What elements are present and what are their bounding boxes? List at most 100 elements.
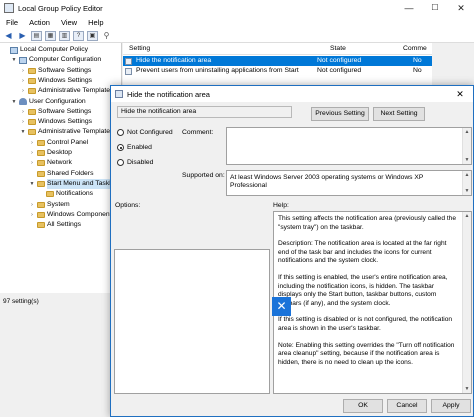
tree-item[interactable]: ▼ Start Menu and Taskbar — [29, 178, 120, 189]
radio-disabled-dot[interactable] — [117, 159, 124, 166]
expand-chevron-icon[interactable]: ▼ — [29, 179, 35, 189]
help-icon[interactable]: ? — [73, 30, 84, 41]
tree-item[interactable]: Notifications — [38, 189, 93, 199]
scroll-down-icon[interactable]: ▼ — [463, 187, 471, 195]
expand-chevron-icon[interactable]: › — [20, 66, 26, 76]
scroll-down-icon[interactable]: ▼ — [463, 385, 471, 393]
tree-item-label: Windows Settings — [38, 118, 93, 126]
menu-action[interactable]: Action — [29, 18, 50, 27]
next-setting-button[interactable]: Next Setting — [373, 107, 425, 121]
export-list-icon[interactable]: ▥ — [59, 30, 70, 41]
folder-icon — [37, 211, 45, 218]
policy-name-field: Hide the notification area — [117, 106, 292, 118]
tree-item[interactable]: All Settings — [29, 220, 81, 230]
close-button[interactable]: ✕ — [448, 0, 474, 16]
comment-scrollbar[interactable]: ▲ ▼ — [462, 128, 471, 164]
radio-disabled-label: Disabled — [127, 159, 154, 166]
expand-chevron-icon[interactable]: › — [20, 107, 26, 117]
scroll-up-icon[interactable]: ▲ — [463, 171, 471, 179]
menu-view[interactable]: View — [61, 18, 77, 27]
extended-view-icon[interactable]: ▣ — [87, 30, 98, 41]
cell-setting: Hide the notification area — [136, 57, 212, 64]
toolbar: ◀ ▶ ▤ ▦ ▥ ? ▣ ⚲ — [0, 29, 474, 43]
column-state[interactable]: State — [330, 45, 346, 52]
table-row[interactable]: Hide the notification area Not configured… — [123, 56, 432, 66]
expand-chevron-icon[interactable]: › — [29, 210, 35, 220]
radio-enabled-dot[interactable] — [117, 144, 124, 151]
ok-button[interactable]: OK — [343, 399, 383, 413]
column-setting[interactable]: Setting — [129, 45, 150, 52]
tree-item[interactable]: › Software Settings — [20, 107, 91, 117]
expand-chevron-icon[interactable]: › — [29, 200, 35, 210]
expand-chevron-icon[interactable]: ▼ — [20, 127, 26, 137]
tree-item-label: Notifications — [56, 190, 94, 198]
tree-item-label: All Settings — [47, 221, 82, 229]
policy-icon — [115, 90, 123, 98]
tree-item[interactable]: › Windows Settings — [20, 76, 92, 86]
maximize-button[interactable]: ☐ — [422, 0, 448, 16]
supported-on-label: Supported on: — [182, 172, 225, 179]
policy-dialog: Hide the notification area ✕ Hide the no… — [110, 85, 474, 417]
radio-not-configured[interactable]: Not Configured — [117, 129, 173, 136]
menu-help[interactable]: Help — [88, 18, 103, 27]
previous-setting-button[interactable]: Previous Setting — [311, 107, 369, 121]
tree-item[interactable]: › Control Panel — [29, 138, 88, 148]
tree-item[interactable]: ▼ User Configuration — [11, 97, 86, 107]
show-hide-tree-icon[interactable]: ▤ — [31, 30, 42, 41]
folder-icon — [37, 201, 45, 208]
supported-on-field: At least Windows Server 2003 operating s… — [226, 170, 472, 196]
tree-item-label: Administrative Templates — [38, 87, 114, 95]
scroll-down-icon[interactable]: ▼ — [463, 156, 471, 164]
expand-chevron-icon[interactable]: › — [20, 86, 26, 96]
navigation-tree: Local Computer Policy ▼ Computer Configura… — [0, 43, 122, 293]
status-bar: 97 setting(s) — [3, 298, 39, 305]
tree-item-label: User Configuration — [29, 97, 86, 105]
table-row[interactable]: Prevent users from uninstalling applicat… — [123, 66, 432, 76]
help-scrollbar[interactable]: ▲ ▼ — [462, 212, 471, 393]
tree-item[interactable]: ▼ Computer Configuration — [11, 55, 101, 65]
scroll-up-icon[interactable]: ▲ — [463, 128, 471, 136]
expand-chevron-icon[interactable]: › — [20, 76, 26, 86]
policy-setting-icon — [125, 67, 132, 75]
tree-item[interactable]: Shared Folders — [29, 169, 93, 179]
dialog-close-button[interactable]: ✕ — [447, 86, 473, 102]
apply-button[interactable]: Apply — [431, 399, 471, 413]
radio-disabled[interactable]: Disabled — [117, 159, 153, 166]
minimize-button[interactable]: — — [396, 0, 422, 16]
expand-chevron-icon[interactable]: › — [29, 148, 35, 158]
tree-item[interactable]: › Desktop — [29, 148, 72, 158]
tree-item-label: Control Panel — [47, 138, 89, 146]
menu-file[interactable]: File — [6, 18, 18, 27]
expand-chevron-icon[interactable]: › — [20, 117, 26, 127]
tree-item[interactable]: › Administrative Templates — [20, 86, 113, 96]
radio-enabled[interactable]: Enabled — [117, 144, 152, 151]
tree-item[interactable]: › Software Settings — [20, 66, 91, 76]
tree-item-label: Local Computer Policy — [20, 46, 88, 53]
scroll-up-icon[interactable]: ▲ — [463, 212, 471, 220]
gpedit-app-icon — [4, 3, 14, 13]
user-icon — [19, 98, 27, 105]
expand-chevron-icon[interactable]: › — [29, 138, 35, 148]
supported-scrollbar[interactable]: ▲ ▼ — [462, 171, 471, 195]
tree-item[interactable]: › Windows Settings — [20, 117, 92, 127]
tree-item[interactable]: ▼ Administrative Templates — [20, 127, 113, 137]
tree-item[interactable]: Local Computer Policy — [2, 45, 88, 55]
expand-chevron-icon[interactable]: › — [29, 158, 35, 168]
comment-input[interactable]: ▲ ▼ — [226, 127, 472, 165]
tree-item-label: Windows Settings — [38, 76, 93, 84]
menu-bar: File Action View Help — [0, 16, 474, 29]
properties-icon[interactable]: ▦ — [45, 30, 56, 41]
comment-label: Comment: — [182, 129, 214, 136]
tree-item[interactable]: › System — [29, 200, 70, 210]
forward-arrow-icon[interactable]: ▶ — [17, 31, 28, 41]
cancel-button[interactable]: Cancel — [387, 399, 427, 413]
help-paragraph: This setting affects the notification ar… — [278, 215, 457, 231]
expand-chevron-icon[interactable]: ▼ — [11, 97, 17, 107]
back-arrow-icon[interactable]: ◀ — [3, 31, 14, 41]
radio-not-configured-dot[interactable] — [117, 129, 124, 136]
tree-item[interactable]: › Windows Components — [29, 210, 115, 220]
expand-chevron-icon[interactable]: ▼ — [11, 55, 17, 65]
tree-item[interactable]: › Network — [29, 158, 72, 168]
column-comment[interactable]: Comme — [403, 45, 427, 52]
filter-icon[interactable]: ⚲ — [101, 31, 112, 41]
